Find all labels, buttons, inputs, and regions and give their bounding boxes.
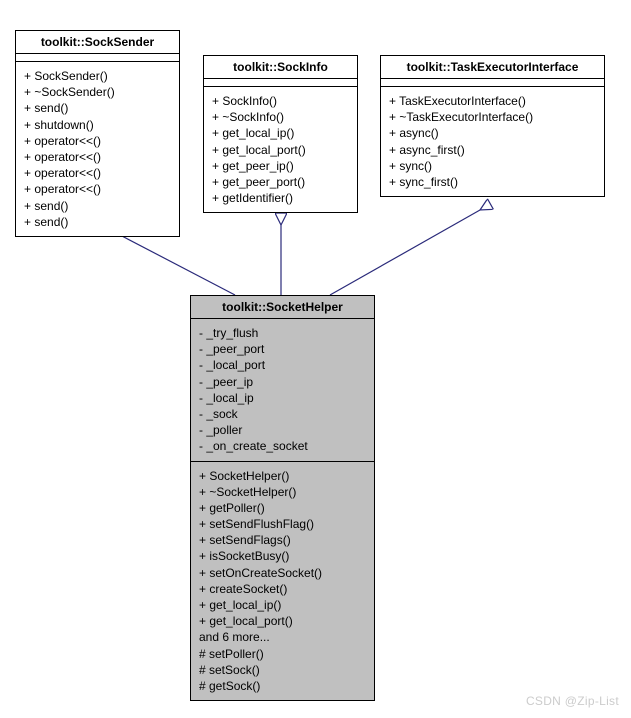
member: + TaskExecutorInterface()	[389, 93, 596, 109]
member: + get_local_ip()	[212, 125, 349, 141]
private-members-section: - _try_flush - _peer_port - _local_port …	[191, 319, 374, 462]
member: + send()	[24, 100, 171, 116]
class-title: toolkit::SocketHelper	[191, 296, 374, 319]
member: + sync()	[389, 158, 596, 174]
member: + operator<<()	[24, 181, 171, 197]
member: + get_local_port()	[212, 142, 349, 158]
member: + async()	[389, 125, 596, 141]
member: - _on_create_socket	[199, 438, 366, 454]
member: + setOnCreateSocket()	[199, 565, 366, 581]
member: + shutdown()	[24, 117, 171, 133]
member: + get_peer_port()	[212, 174, 349, 190]
member: + get_peer_ip()	[212, 158, 349, 174]
class-socket-helper: toolkit::SocketHelper - _try_flush - _pe…	[190, 295, 375, 701]
member: - _local_ip	[199, 390, 366, 406]
member: + getIdentifier()	[212, 190, 349, 206]
member: + isSocketBusy()	[199, 548, 366, 564]
members-section: + TaskExecutorInterface() + ~TaskExecuto…	[381, 87, 604, 196]
member: - _poller	[199, 422, 366, 438]
empty-section	[204, 79, 357, 87]
member: + ~SockSender()	[24, 84, 171, 100]
member: + getPoller()	[199, 500, 366, 516]
member: + get_local_ip()	[199, 597, 366, 613]
empty-section	[381, 79, 604, 87]
member: + operator<<()	[24, 133, 171, 149]
class-title: toolkit::TaskExecutorInterface	[381, 56, 604, 79]
class-sock-sender: toolkit::SockSender + SockSender() + ~So…	[15, 30, 180, 237]
member: - _local_port	[199, 357, 366, 373]
class-sock-info: toolkit::SockInfo + SockInfo() + ~SockIn…	[203, 55, 358, 213]
member: - _peer_ip	[199, 374, 366, 390]
member: + setSendFlags()	[199, 532, 366, 548]
member: - _try_flush	[199, 325, 366, 341]
member: # setSock()	[199, 662, 366, 678]
class-task-executor: toolkit::TaskExecutorInterface + TaskExe…	[380, 55, 605, 197]
member: + ~SockInfo()	[212, 109, 349, 125]
members-section: + SockInfo() + ~SockInfo() + get_local_i…	[204, 87, 357, 212]
member: + get_local_port()	[199, 613, 366, 629]
class-title: toolkit::SockInfo	[204, 56, 357, 79]
member: + operator<<()	[24, 149, 171, 165]
member: + createSocket()	[199, 581, 366, 597]
member: + ~TaskExecutorInterface()	[389, 109, 596, 125]
member: + sync_first()	[389, 174, 596, 190]
member: # getSock()	[199, 678, 366, 694]
member: + setSendFlushFlag()	[199, 516, 366, 532]
members-section: + SockSender() + ~SockSender() + send() …	[16, 62, 179, 236]
member: + async_first()	[389, 142, 596, 158]
member: - _peer_port	[199, 341, 366, 357]
empty-section	[16, 54, 179, 62]
member: - _sock	[199, 406, 366, 422]
public-members-section: + SocketHelper() + ~SocketHelper() + get…	[191, 462, 374, 701]
member: # setPoller()	[199, 646, 366, 662]
class-title: toolkit::SockSender	[16, 31, 179, 54]
watermark: CSDN @Zip-List	[526, 694, 619, 708]
member: + SockInfo()	[212, 93, 349, 109]
member: + ~SocketHelper()	[199, 484, 366, 500]
member: + operator<<()	[24, 165, 171, 181]
member: + send()	[24, 214, 171, 230]
member: and 6 more...	[199, 629, 366, 645]
member: + SocketHelper()	[199, 468, 366, 484]
member: + SockSender()	[24, 68, 171, 84]
member: + send()	[24, 198, 171, 214]
